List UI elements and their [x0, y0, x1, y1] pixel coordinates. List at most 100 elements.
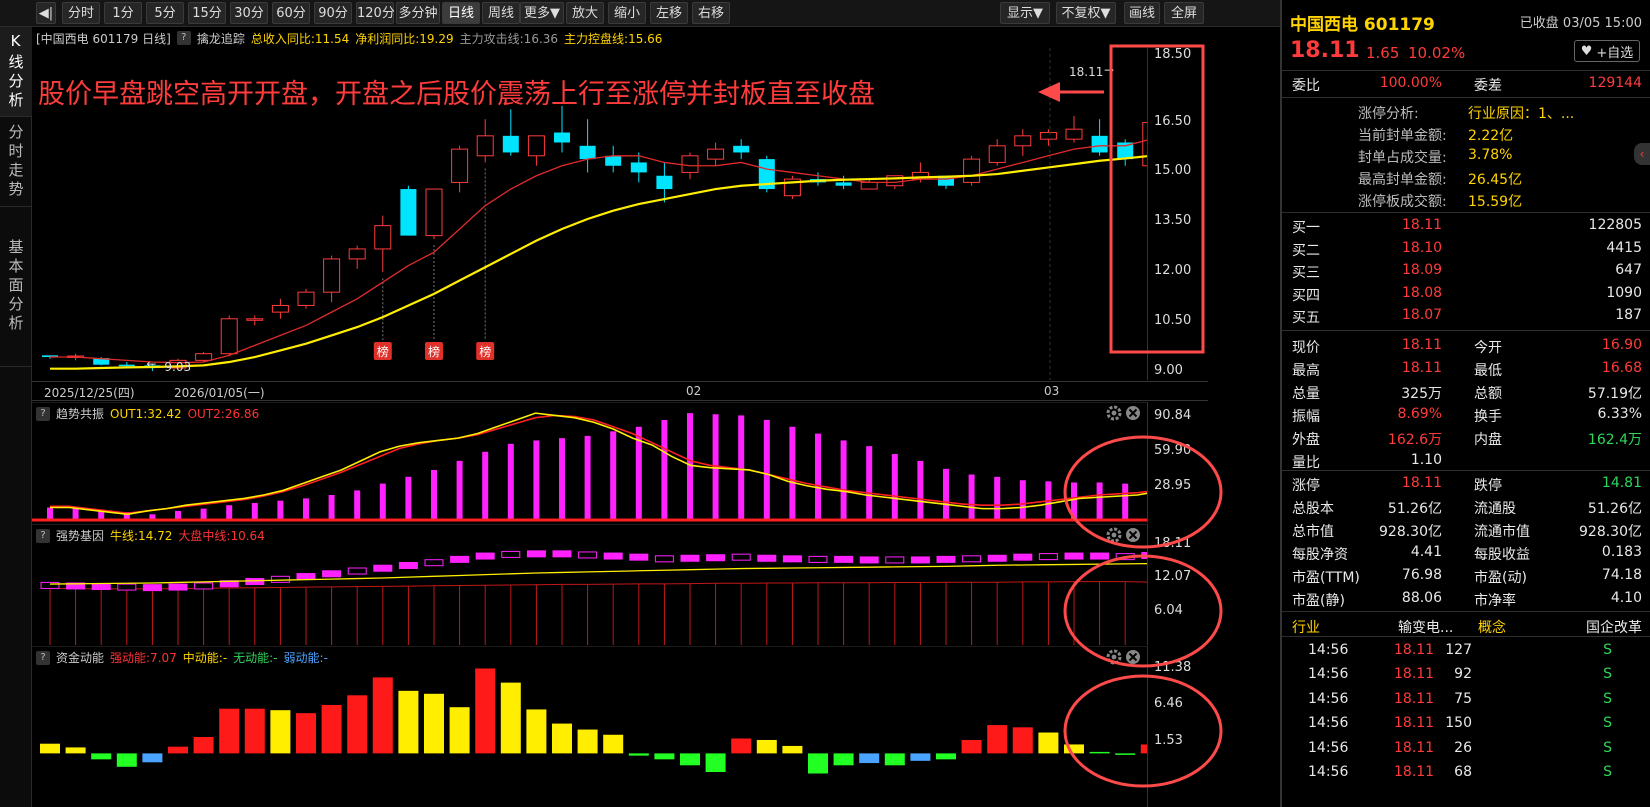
toolbar-button-8[interactable]: 120分 [356, 2, 395, 24]
trend-resonance-chart[interactable] [32, 402, 1147, 523]
label: 今开 [1474, 340, 1502, 356]
momentum-bar [424, 693, 444, 754]
candle-body [118, 364, 135, 367]
toolbar-button-11[interactable]: 周线 [482, 2, 520, 24]
capital-momentum-chart[interactable] [32, 646, 1147, 807]
momentum-bar [244, 708, 265, 754]
indicator-name[interactable]: 擒龙追踪 [197, 30, 245, 47]
toolbar-button-9[interactable]: 多分钟 [396, 2, 440, 24]
value: 51.26亿 [1387, 501, 1442, 517]
strong-gene-chart[interactable] [32, 524, 1147, 645]
main-chart-title: [中国西电 601179 日线] [36, 31, 171, 46]
label: 涨停板成交额: [1358, 194, 1447, 210]
toolbar-button-1[interactable]: 分时 [62, 2, 100, 24]
settings-gear-icon[interactable] [1106, 527, 1122, 543]
candle-body [630, 162, 647, 173]
toolbar-button-15[interactable]: 左移 [650, 2, 688, 24]
momentum-bar [270, 710, 291, 754]
toolbar-button-7[interactable]: 90分 [314, 2, 352, 24]
toolbar-right-button-3[interactable]: 全屏 [1164, 2, 1204, 24]
gene-block [475, 552, 495, 560]
toolbar: ◀| 分时 1分 5分 15分 30分 60分 90分 120分 多分钟 日线 周线 更多▼ 放大 缩小 左移… [0, 0, 1280, 27]
limit-analysis-row: 封单占成交量: 3.78% [1282, 144, 1650, 168]
candle-body [860, 181, 878, 190]
main-chart-header: [中国西电 601179 日线] ? 擒龙追踪 总收入同比:11.54 净利润同比… [36, 29, 662, 47]
label: 每股净资 [1292, 547, 1348, 563]
nav-tab-0[interactable]: K线分析 [0, 27, 32, 117]
help-icon[interactable]: ? [176, 31, 191, 45]
value: 18.11 [1401, 475, 1442, 491]
add-watchlist-button[interactable]: ♥ +自选 [1574, 40, 1640, 62]
bang-label: 榜 [377, 344, 389, 359]
gene-block [296, 573, 316, 581]
momentum-bar [577, 729, 598, 754]
label: 委差 [1474, 78, 1502, 94]
toolbar-button-0[interactable]: ◀| [36, 2, 56, 24]
gene-block [629, 553, 649, 561]
bid-row: 买五 18.07 187 [1282, 304, 1650, 328]
axis-tick-label: 10.50 [1154, 313, 1192, 329]
gene-block [808, 555, 828, 563]
gene-block [706, 554, 726, 562]
candle-body [733, 145, 750, 153]
toolbar-button-12[interactable]: 更多▼ [520, 2, 564, 24]
axis-tick-label: 59.90 [1154, 442, 1192, 458]
momentum-bar [296, 713, 316, 754]
industry-row: 行业 输变电... 概念 国企改革 [1282, 614, 1650, 638]
gene-block [398, 561, 418, 569]
bang-marker[interactable]: 榜 [476, 342, 495, 360]
label: 总市值 [1292, 524, 1334, 540]
candle-body [451, 148, 469, 183]
toolbar-right-button-2[interactable]: 画线 [1124, 2, 1160, 24]
nav-tab-2[interactable]: 基本面分析 [0, 207, 32, 367]
axis-tick-label: 16.50 [1154, 113, 1192, 129]
momentum-bar [398, 690, 419, 754]
trend-bar [328, 494, 335, 520]
gene-block [552, 550, 572, 558]
gene-block [142, 584, 162, 592]
high-arrow-icon: → [1104, 63, 1114, 77]
settings-gear-icon[interactable] [1106, 649, 1122, 665]
value: 4.41 [1410, 544, 1442, 560]
label: 市盈(动) [1474, 570, 1527, 586]
toolbar-button-3[interactable]: 5分 [146, 2, 184, 24]
bang-marker[interactable]: 榜 [425, 342, 443, 360]
toolbar-button-10[interactable]: 日线 [442, 2, 480, 24]
close-panel-icon[interactable] [1126, 406, 1140, 420]
toolbar-button-5[interactable]: 30分 [230, 2, 268, 24]
candle-body [220, 318, 238, 355]
momentum-bar [321, 704, 342, 754]
toolbar-button-6[interactable]: 60分 [272, 2, 310, 24]
momentum-bar [40, 743, 60, 754]
label: 量比 [1292, 455, 1320, 471]
trend-bar [1071, 482, 1077, 520]
stat-row: 总股本 51.26亿 流通股 51.26亿 [1282, 495, 1650, 519]
stat-row: 涨停 18.11 跌停 14.81 [1282, 472, 1650, 496]
bid-row: 买一 18.11 122805 [1282, 214, 1650, 238]
trend-bar [379, 483, 386, 520]
momentum-bar [1064, 744, 1084, 754]
nav-tab-1[interactable]: 分时走势 [0, 117, 32, 207]
trend-bar [584, 435, 591, 520]
toolbar-right-button-0[interactable]: 显示▼ [1000, 2, 1050, 24]
trend-bar [200, 508, 207, 520]
toolbar-button-14[interactable]: 缩小 [608, 2, 646, 24]
toolbar-button-4[interactable]: 15分 [188, 2, 226, 24]
label: 最高 [1292, 363, 1320, 379]
settings-gear-icon[interactable] [1106, 405, 1122, 421]
toolbar-right-button-1[interactable]: 不复权▼ [1056, 2, 1116, 24]
bang-marker[interactable]: 榜 [373, 342, 392, 360]
value: 1090 [1606, 284, 1642, 301]
label: 总额 [1474, 386, 1502, 402]
close-panel-icon[interactable] [1126, 650, 1140, 664]
toolbar-button-16[interactable]: 右移 [692, 2, 730, 24]
toolbar-button-2[interactable]: 1分 [104, 2, 142, 24]
trend-bar [789, 426, 796, 520]
candle-body [988, 145, 1006, 163]
close-panel-icon[interactable] [1126, 528, 1140, 542]
value: 18.11 [1402, 217, 1443, 233]
label: 振幅 [1292, 409, 1320, 425]
toolbar-button-13[interactable]: 放大 [566, 2, 604, 24]
axis-tick-label: 28.95 [1154, 478, 1192, 494]
collapse-panel-icon[interactable]: ‹ [1634, 143, 1650, 165]
